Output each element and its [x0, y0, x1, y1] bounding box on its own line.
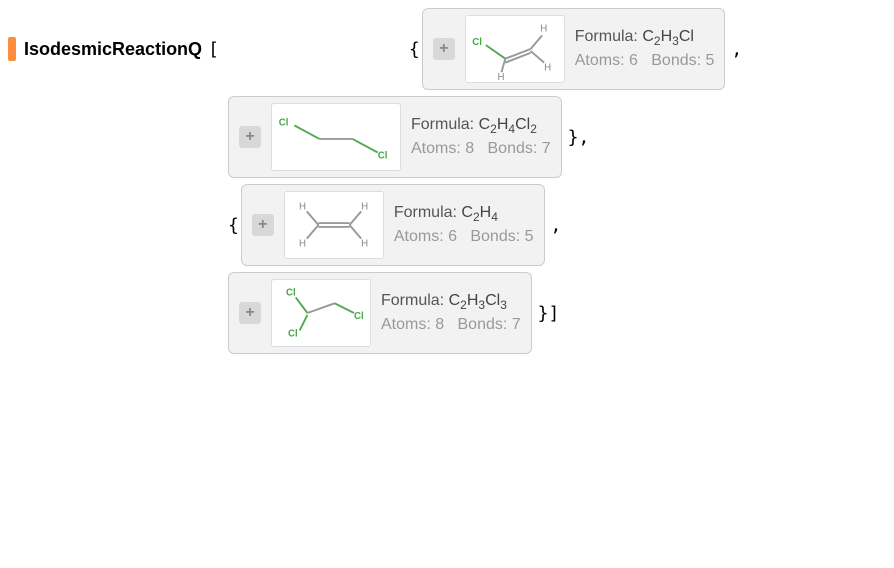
atoms-value: 6	[448, 228, 457, 245]
molecule-structure: H H H H	[284, 191, 384, 259]
molecule-info: Formula: C2H3Cl Atoms: 6 Bonds: 5	[575, 28, 715, 70]
formula-value: C2H3Cl3	[449, 292, 507, 309]
bonds-label: Bonds:	[488, 140, 538, 157]
atoms-label: Atoms:	[381, 316, 431, 333]
code-line-1: IsodesmicReactionQ [ { + Cl H H H Formul…	[8, 8, 886, 90]
molecule-card-c2h3cl3[interactable]: + Cl Cl Cl Formula: C2H3Cl3 Atoms: 8 Bon	[228, 272, 532, 354]
stats-row: Atoms: 6 Bonds: 5	[575, 52, 715, 70]
code-line-3: { + H H H H Formula: C2H4 Atoms:	[8, 184, 886, 266]
bonds-value: 5	[706, 52, 715, 69]
atoms-label: Atoms:	[575, 52, 625, 69]
code-line-2: + Cl Cl Formula: C2H4Cl2 Atoms: 8 Bonds:…	[8, 96, 886, 178]
bonds-label: Bonds:	[458, 316, 508, 333]
resource-function-badge	[8, 37, 16, 61]
svg-text:H: H	[361, 238, 368, 249]
formula-value: C2H3Cl	[642, 28, 694, 45]
molecule-card-c2h3cl[interactable]: + Cl H H H Formula: C2H3Cl Atoms:	[422, 8, 726, 90]
open-brace-products: {	[228, 215, 239, 236]
open-bracket-reaction: [	[208, 39, 219, 60]
molecule-info: Formula: C2H4Cl2 Atoms: 8 Bonds: 7	[411, 116, 551, 158]
svg-text:H: H	[299, 238, 306, 249]
svg-text:Cl: Cl	[378, 150, 388, 161]
bonds-value: 7	[542, 140, 551, 157]
formula-row: Formula: C2H4Cl2	[411, 116, 551, 136]
expand-icon[interactable]: +	[252, 214, 274, 236]
close-brace-products: }]	[538, 303, 560, 324]
formula-row: Formula: C2H4	[394, 204, 534, 224]
molecule-card-c2h4cl2[interactable]: + Cl Cl Formula: C2H4Cl2 Atoms: 8 Bonds:…	[228, 96, 562, 178]
molecule-card-c2h4[interactable]: + H H H H Formula: C2H4 Atoms: 6	[241, 184, 545, 266]
atoms-value: 8	[465, 140, 474, 157]
svg-text:H: H	[540, 24, 547, 35]
expand-icon[interactable]: +	[239, 126, 261, 148]
formula-row: Formula: C2H3Cl3	[381, 292, 521, 312]
bonds-value: 7	[512, 316, 521, 333]
formula-value: C2H4Cl2	[479, 116, 537, 133]
molecule-structure: Cl H H H	[465, 15, 565, 83]
stats-row: Atoms: 8 Bonds: 7	[381, 316, 521, 334]
molecule-info: Formula: C2H3Cl3 Atoms: 8 Bonds: 7	[381, 292, 521, 334]
stats-row: Atoms: 6 Bonds: 5	[394, 228, 534, 246]
svg-text:H: H	[497, 72, 504, 82]
close-brace-reactants: },	[568, 127, 590, 148]
bonds-value: 5	[525, 228, 534, 245]
molecule-structure: Cl Cl	[271, 103, 401, 171]
atoms-value: 6	[629, 52, 638, 69]
formula-value: C2H4	[461, 204, 498, 221]
svg-text:H: H	[361, 201, 368, 212]
comma: ,	[731, 39, 742, 60]
atoms-value: 8	[435, 316, 444, 333]
bonds-label: Bonds:	[470, 228, 520, 245]
expand-icon[interactable]: +	[433, 38, 455, 60]
svg-text:Cl: Cl	[279, 117, 289, 128]
molecule-structure: Cl Cl Cl	[271, 279, 371, 347]
atoms-label: Atoms:	[394, 228, 444, 245]
open-brace-reactants: {	[409, 39, 420, 60]
svg-text:Cl: Cl	[354, 311, 364, 322]
bonds-label: Bonds:	[651, 52, 701, 69]
formula-label: Formula:	[381, 292, 444, 309]
svg-text:Cl: Cl	[472, 37, 482, 48]
atoms-label: Atoms:	[411, 140, 461, 157]
svg-text:H: H	[299, 201, 306, 212]
formula-label: Formula:	[575, 28, 638, 45]
function-name-box[interactable]: IsodesmicReactionQ	[18, 37, 208, 62]
molecule-info: Formula: C2H4 Atoms: 6 Bonds: 5	[394, 204, 534, 246]
code-line-4: + Cl Cl Cl Formula: C2H3Cl3 Atoms: 8 Bon	[8, 272, 886, 354]
svg-text:Cl: Cl	[288, 328, 298, 339]
svg-text:Cl: Cl	[286, 288, 296, 299]
comma: ,	[551, 215, 562, 236]
stats-row: Atoms: 8 Bonds: 7	[411, 140, 551, 158]
svg-text:H: H	[544, 62, 551, 73]
formula-row: Formula: C2H3Cl	[575, 28, 715, 48]
expand-icon[interactable]: +	[239, 302, 261, 324]
function-name: IsodesmicReactionQ	[24, 39, 202, 60]
formula-label: Formula:	[394, 204, 457, 221]
formula-label: Formula:	[411, 116, 474, 133]
